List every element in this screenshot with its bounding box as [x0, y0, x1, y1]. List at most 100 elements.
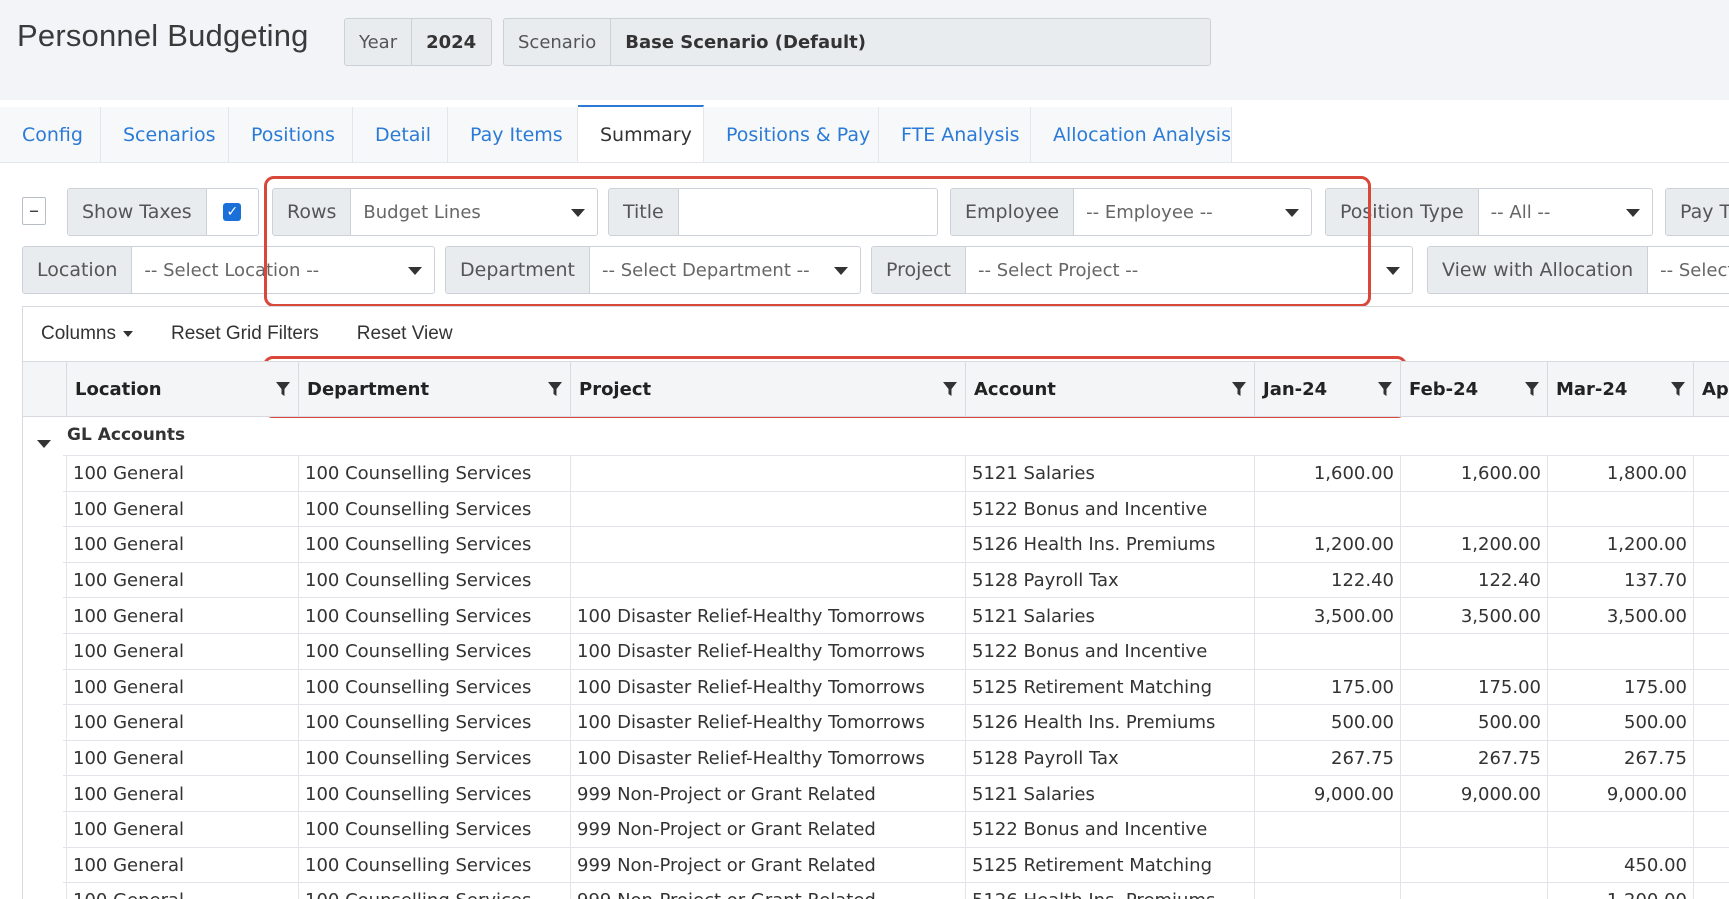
table-row[interactable]: 100 General100 Counselling Services999 N… [63, 846, 1729, 884]
cell-jan[interactable] [1254, 811, 1400, 848]
cell-jan[interactable]: 9,000.00 [1254, 776, 1400, 812]
tab-positions[interactable]: Positions [229, 107, 353, 163]
position-type-value[interactable]: -- All -- [1479, 189, 1652, 235]
cell-apr[interactable] [1693, 811, 1729, 848]
cell-department[interactable]: 100 Counselling Services [298, 633, 570, 670]
cell-apr[interactable] [1693, 527, 1729, 563]
cell-feb[interactable]: 3,500.00 [1400, 598, 1547, 634]
cell-location[interactable]: 100 General [66, 776, 298, 812]
cell-account[interactable]: 5128 Payroll Tax [965, 562, 1254, 599]
pay-type-select[interactable]: Pay Ty [1665, 188, 1729, 236]
cell-account[interactable]: 5121 Salaries [965, 776, 1254, 812]
cell-jan[interactable]: 267.75 [1254, 740, 1400, 777]
cell-department[interactable]: 100 Counselling Services [298, 740, 570, 777]
cell-location[interactable]: 100 General [66, 847, 298, 884]
cell-project[interactable] [570, 527, 965, 563]
column-header-account[interactable]: Account [965, 362, 1254, 417]
filter-icon[interactable] [548, 379, 562, 399]
cell-project[interactable]: 999 Non-Project or Grant Related [570, 883, 965, 899]
cell-department[interactable]: 100 Counselling Services [298, 669, 570, 706]
table-row[interactable]: 100 General 100 Counselling Services 100 D… [63, 704, 1729, 741]
show-taxes-checkbox[interactable]: ✓ [223, 203, 242, 221]
column-header-department[interactable]: Department [298, 362, 570, 417]
project-select[interactable]: Project -- Select Project -- [871, 246, 1413, 294]
employee-select[interactable]: Employee -- Employee -- [950, 188, 1312, 236]
cell-jan[interactable] [1254, 633, 1400, 670]
cell-apr[interactable] [1693, 883, 1729, 899]
cell-department[interactable]: 100 Counselling Services [298, 705, 570, 741]
view-allocation-value[interactable]: -- Select -- [1648, 247, 1729, 293]
year-selector[interactable]: Year 2024 [344, 18, 492, 66]
cell-department[interactable]: 100 Counselling Services [298, 776, 570, 812]
cell-location[interactable]: 100 General [66, 883, 298, 899]
cell-jan[interactable]: 3,500.00 [1254, 598, 1400, 634]
table-row[interactable]: 100 General 100 Counselling Services 5122 … [63, 490, 1729, 528]
cell-jan[interactable]: 122.40 [1254, 562, 1400, 599]
cell-location[interactable]: 100 General [66, 740, 298, 777]
cell-department[interactable]: 100 Counselling Services [298, 847, 570, 884]
cell-location[interactable]: 100 General [66, 669, 298, 706]
cell-location[interactable]: 100 General [66, 562, 298, 599]
cell-location[interactable]: 100 General [66, 811, 298, 848]
filter-icon[interactable] [276, 379, 290, 399]
cell-feb[interactable]: 1,600.00 [1400, 456, 1547, 492]
filter-icon[interactable] [943, 379, 957, 399]
table-row[interactable]: 100 General 100 Counselling Services 100 D… [63, 739, 1729, 777]
cell-account[interactable]: 5128 Payroll Tax [965, 740, 1254, 777]
cell-project[interactable]: 100 Disaster Relief-Healthy Tomorrows [570, 598, 965, 634]
cell-mar[interactable]: 137.70 [1547, 562, 1693, 599]
cell-feb[interactable] [1400, 847, 1547, 884]
cell-account[interactable]: 5121 Salaries [965, 598, 1254, 634]
cell-jan[interactable] [1254, 883, 1400, 899]
cell-location[interactable]: 100 General [66, 456, 298, 492]
cell-mar[interactable]: 1,200.00 [1547, 527, 1693, 563]
show-taxes-checkbox-wrap[interactable]: ✓ [207, 189, 258, 235]
cell-jan[interactable]: 500.00 [1254, 705, 1400, 741]
cell-feb[interactable]: 122.40 [1400, 562, 1547, 599]
cell-project[interactable]: 999 Non-Project or Grant Related [570, 811, 965, 848]
cell-location[interactable]: 100 General [66, 705, 298, 741]
cell-account[interactable]: 5121 Salaries [965, 456, 1254, 492]
cell-project[interactable] [570, 562, 965, 599]
cell-jan[interactable] [1254, 491, 1400, 528]
tab-scenarios[interactable]: Scenarios [101, 107, 229, 163]
year-value[interactable]: 2024 [412, 19, 490, 65]
columns-menu-button[interactable]: Columns [41, 323, 133, 345]
column-header-feb[interactable]: Feb-24 [1400, 362, 1547, 417]
reset-view-button[interactable]: Reset View [357, 323, 453, 345]
location-value[interactable]: -- Select Location -- [132, 247, 434, 293]
cell-account[interactable]: 5122 Bonus and Incentive [965, 491, 1254, 528]
cell-apr[interactable] [1693, 705, 1729, 741]
cell-account[interactable]: 5126 Health Ins. Premiums [965, 705, 1254, 741]
cell-feb[interactable] [1400, 491, 1547, 528]
cell-account[interactable]: 5126 Health Ins. Premiums [965, 883, 1254, 899]
tab-positions-and-pay[interactable]: Positions & Pay [704, 107, 879, 163]
location-select[interactable]: Location -- Select Location -- [22, 246, 435, 294]
table-row[interactable]: 100 General 100 Counselling Services 5128 … [63, 561, 1729, 599]
cell-mar[interactable]: 9,000.00 [1547, 776, 1693, 812]
show-taxes-toggle[interactable]: Show Taxes ✓ [67, 188, 259, 236]
table-row[interactable]: 100 General 100 Counselling Services 100 D… [63, 597, 1729, 634]
column-header-apr[interactable]: Apr [1693, 362, 1729, 417]
position-type-select[interactable]: Position Type -- All -- [1325, 188, 1653, 236]
cell-apr[interactable] [1693, 491, 1729, 528]
cell-feb[interactable]: 175.00 [1400, 669, 1547, 706]
title-input[interactable] [679, 189, 937, 235]
cell-apr[interactable] [1693, 562, 1729, 599]
cell-department[interactable]: 100 Counselling Services [298, 456, 570, 492]
cell-account[interactable]: 5122 Bonus and Incentive [965, 633, 1254, 670]
table-row[interactable]: 100 General100 Counselling Services999 N… [63, 775, 1729, 812]
tab-allocation-analysis[interactable]: Allocation Analysis [1031, 107, 1232, 163]
scenario-value[interactable]: Base Scenario (Default) [611, 19, 880, 65]
cell-account[interactable]: 5125 Retirement Matching [965, 669, 1254, 706]
cell-mar[interactable]: 175.00 [1547, 669, 1693, 706]
rows-value[interactable]: Budget Lines [351, 189, 597, 235]
column-header-project[interactable]: Project [570, 362, 965, 417]
table-row[interactable]: 100 General 100 Counselling Services 100 D… [63, 668, 1729, 706]
column-header-mar[interactable]: Mar-24 [1547, 362, 1693, 417]
cell-location[interactable]: 100 General [66, 598, 298, 634]
cell-project[interactable]: 999 Non-Project or Grant Related [570, 776, 965, 812]
table-row[interactable]: 100 General100 Counselling Services999 N… [63, 810, 1729, 848]
tab-detail[interactable]: Detail [353, 107, 448, 163]
cell-department[interactable]: 100 Counselling Services [298, 598, 570, 634]
